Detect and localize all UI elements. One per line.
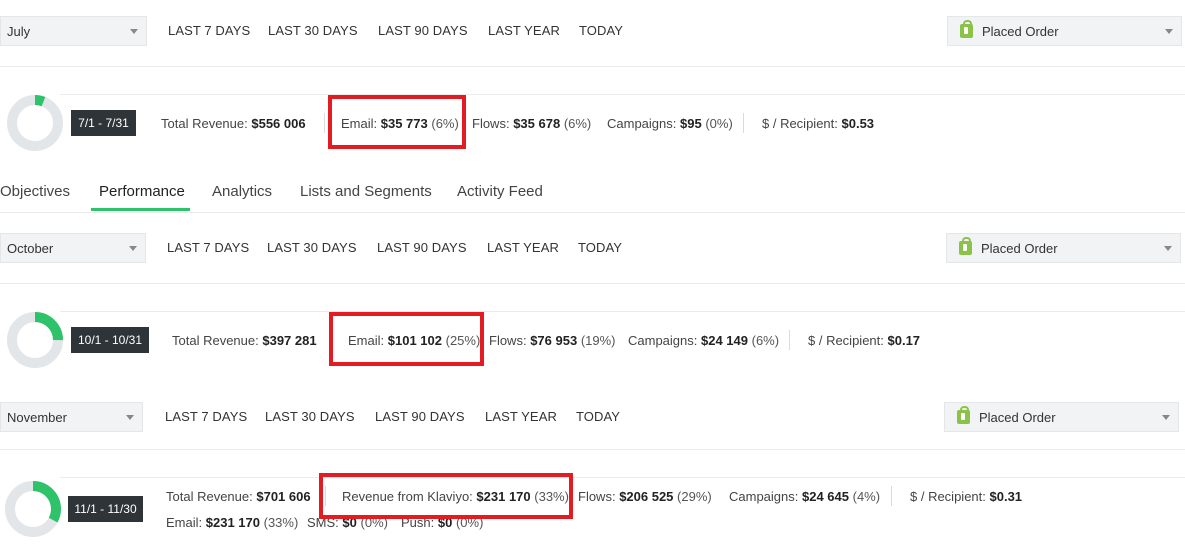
stat-label: $ / Recipient:: [910, 489, 986, 504]
email-revenue-stat: Email: $231 170 (33%): [166, 515, 298, 530]
revenue-donut-july: [7, 95, 63, 151]
chevron-down-icon: [1165, 29, 1173, 34]
shopify-bag-icon: [960, 20, 973, 38]
stat-value: $0.31: [989, 489, 1023, 504]
total-revenue-stat: Total Revenue: $701 606: [166, 489, 311, 504]
stat-percent: (19%): [580, 333, 616, 348]
stat-label: Campaigns:: [628, 333, 698, 348]
stat-value: $701 606: [256, 489, 311, 504]
shopify-bag-icon: [959, 237, 972, 255]
tab-activity-feed[interactable]: Activity Feed: [457, 183, 543, 200]
chevron-down-icon: [126, 415, 134, 420]
revenue-donut-november: [5, 481, 61, 537]
highlight-box: [328, 95, 466, 149]
date-range-badge: 7/1 - 7/31: [71, 110, 136, 136]
flows-revenue-stat: Flows: $35 678 (6%): [472, 116, 591, 131]
campaigns-revenue-stat: Campaigns: $95 (0%): [607, 116, 733, 131]
chevron-down-icon: [130, 29, 138, 34]
tab-lists-and-segments[interactable]: Lists and Segments: [300, 183, 432, 200]
month-select-july[interactable]: July: [0, 16, 147, 46]
tab-objectives[interactable]: Objectives: [0, 183, 70, 200]
range-last-year[interactable]: LAST YEAR: [485, 409, 557, 424]
stat-value: $0.53: [841, 116, 875, 131]
stat-percent: (6%): [563, 116, 592, 131]
campaigns-revenue-stat: Campaigns: $24 645 (4%): [729, 489, 880, 504]
stat-label: Total Revenue:: [161, 116, 248, 131]
stat-label: Campaigns:: [729, 489, 799, 504]
stat-percent: (29%): [677, 489, 712, 504]
stat-label: Flows:: [472, 116, 510, 131]
shopify-bag-icon: [957, 406, 970, 424]
stat-label: Flows:: [489, 333, 527, 348]
month-select-value: July: [7, 23, 31, 39]
month-select-october[interactable]: October: [0, 233, 146, 263]
stat-percent: (0%): [705, 116, 733, 131]
metric-select[interactable]: Placed Order: [944, 402, 1179, 432]
stat-value: $556 006: [251, 116, 306, 131]
stat-value: $206 525: [619, 489, 674, 504]
metric-select-value: Placed Order: [981, 240, 1058, 256]
stat-value: $231 170: [205, 515, 260, 530]
chevron-down-icon: [1164, 246, 1172, 251]
range-last-7-days[interactable]: LAST 7 DAYS: [165, 409, 247, 424]
range-last-90-days[interactable]: LAST 90 DAYS: [378, 23, 468, 38]
stat-label: Flows:: [578, 489, 616, 504]
stat-value: $95: [680, 116, 702, 131]
range-last-year[interactable]: LAST YEAR: [488, 23, 560, 38]
stat-label: $ / Recipient:: [808, 333, 884, 348]
highlight-box: [329, 312, 484, 366]
stat-percent: (4%): [852, 489, 881, 504]
metric-select-value: Placed Order: [979, 409, 1056, 425]
range-last-30-days[interactable]: LAST 30 DAYS: [267, 240, 357, 255]
range-today[interactable]: TODAY: [576, 409, 620, 424]
date-range-badge: 10/1 - 10/31: [71, 327, 149, 353]
stat-value: $0.17: [887, 333, 921, 348]
revenue-donut-october: [7, 312, 63, 368]
total-revenue-stat: Total Revenue: $397 281: [172, 333, 317, 348]
campaigns-revenue-stat: Campaigns: $24 149 (6%): [628, 333, 779, 348]
stat-percent: (33%): [263, 515, 299, 530]
range-last-7-days[interactable]: LAST 7 DAYS: [168, 23, 250, 38]
stat-label: Total Revenue:: [166, 489, 253, 504]
range-last-30-days[interactable]: LAST 30 DAYS: [265, 409, 355, 424]
stat-value: $35 678: [513, 116, 561, 131]
range-last-7-days[interactable]: LAST 7 DAYS: [167, 240, 249, 255]
month-select-november[interactable]: November: [0, 402, 143, 432]
tab-performance[interactable]: Performance: [99, 183, 185, 200]
range-today[interactable]: TODAY: [579, 23, 623, 38]
stat-label: Total Revenue:: [172, 333, 259, 348]
active-tab-indicator: [91, 208, 190, 211]
date-range-badge: 11/1 - 11/30: [68, 496, 143, 522]
metric-select-value: Placed Order: [982, 23, 1059, 39]
flows-revenue-stat: Flows: $76 953 (19%): [489, 333, 616, 348]
per-recipient-stat: $ / Recipient: $0.17: [808, 333, 920, 348]
flows-revenue-stat: Flows: $206 525 (29%): [578, 489, 712, 504]
chevron-down-icon: [129, 246, 137, 251]
stat-label: Campaigns:: [607, 116, 677, 131]
stat-value: $397 281: [262, 333, 317, 348]
range-last-30-days[interactable]: LAST 30 DAYS: [268, 23, 358, 38]
stat-label: Email:: [166, 515, 203, 530]
stat-percent: (6%): [751, 333, 780, 348]
per-recipient-stat: $ / Recipient: $0.53: [762, 116, 874, 131]
stat-value: $76 953: [530, 333, 578, 348]
total-revenue-stat: Total Revenue: $556 006: [161, 116, 306, 131]
stat-label: $ / Recipient:: [762, 116, 838, 131]
highlight-box: [319, 473, 573, 519]
metric-select[interactable]: Placed Order: [947, 16, 1182, 46]
range-last-year[interactable]: LAST YEAR: [487, 240, 559, 255]
range-last-90-days[interactable]: LAST 90 DAYS: [375, 409, 465, 424]
metric-select[interactable]: Placed Order: [946, 233, 1181, 263]
range-last-90-days[interactable]: LAST 90 DAYS: [377, 240, 467, 255]
chevron-down-icon: [1162, 415, 1170, 420]
month-select-value: November: [7, 409, 67, 425]
stat-value: $24 149: [701, 333, 748, 348]
per-recipient-stat: $ / Recipient: $0.31: [910, 489, 1022, 504]
month-select-value: October: [7, 240, 54, 256]
stat-value: $24 645: [802, 489, 849, 504]
range-today[interactable]: TODAY: [578, 240, 622, 255]
tab-analytics[interactable]: Analytics: [212, 183, 272, 200]
